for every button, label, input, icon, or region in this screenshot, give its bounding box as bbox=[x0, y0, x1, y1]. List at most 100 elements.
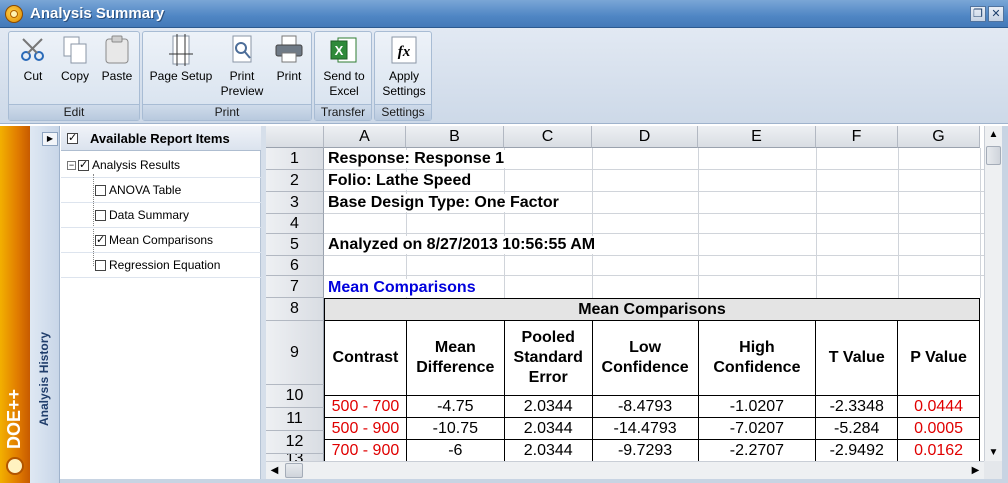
window-bottom-edge bbox=[60, 479, 1008, 483]
p-value-cell: 0.0005 bbox=[897, 417, 980, 440]
row-header[interactable]: 8 bbox=[266, 298, 324, 321]
window-title: Analysis Summary bbox=[30, 5, 165, 22]
scroll-corner bbox=[984, 461, 1002, 479]
tree-item-mean-comparisons[interactable]: Mean Comparisons bbox=[61, 228, 261, 253]
design-type-line: Base Design Type: One Factor bbox=[328, 194, 563, 212]
svg-text:X: X bbox=[335, 43, 344, 58]
regression-equation-checkbox[interactable] bbox=[95, 259, 106, 271]
tree-item-label: Regression Equation bbox=[109, 258, 221, 272]
print-preview-icon bbox=[226, 34, 258, 66]
print-button[interactable]: Print bbox=[269, 34, 309, 84]
table-header: P Value bbox=[897, 320, 980, 396]
mean-comparisons-checkbox[interactable] bbox=[95, 233, 106, 246]
contrast-cell: 500 - 700 bbox=[324, 395, 407, 418]
mean-comparisons-table: Mean Comparisons Contrast Mean Differenc… bbox=[324, 298, 980, 461]
paste-label: Paste bbox=[101, 69, 133, 83]
root-checkbox[interactable] bbox=[78, 158, 89, 171]
tree-root-label: Analysis Results bbox=[92, 158, 181, 172]
close-button[interactable]: ✕ bbox=[988, 6, 1004, 22]
print-preview-button[interactable]: Print Preview bbox=[219, 34, 265, 99]
table-cell: -2.9492 bbox=[815, 439, 899, 461]
paste-button[interactable]: Paste bbox=[99, 34, 135, 84]
horizontal-scroll-thumb[interactable] bbox=[285, 463, 303, 478]
table-cell: -8.4793 bbox=[591, 395, 699, 418]
scroll-down-icon[interactable]: ▼ bbox=[985, 444, 1002, 461]
analysis-history-panel[interactable]: ▶ Analysis History bbox=[30, 126, 60, 483]
table-row: 700 - 900 -6 2.0344 -9.7293 -2.2707 -2.9… bbox=[324, 439, 980, 461]
row-header[interactable]: 5 bbox=[266, 234, 324, 256]
row-header[interactable]: 4 bbox=[266, 214, 324, 234]
table-cell: -6 bbox=[405, 439, 505, 461]
table-cell: 2.0344 bbox=[503, 395, 593, 418]
row-header[interactable]: 3 bbox=[266, 192, 324, 214]
tree-item-label: Data Summary bbox=[109, 208, 190, 222]
print-label: Print bbox=[276, 69, 302, 83]
horizontal-scrollbar[interactable]: ◀ ▶ bbox=[266, 461, 984, 479]
row-header[interactable]: 10 bbox=[266, 385, 324, 408]
report-items-tree: Available Report Items − Analysis Result… bbox=[61, 126, 261, 483]
tree-item-anova-table[interactable]: ANOVA Table bbox=[61, 178, 261, 203]
copy-icon bbox=[59, 34, 91, 66]
ribbon-group-settings-label: Settings bbox=[375, 104, 431, 120]
paste-icon bbox=[101, 34, 133, 66]
expand-arrow-icon[interactable]: ▶ bbox=[42, 132, 58, 146]
table-cell: -2.2707 bbox=[697, 439, 817, 461]
column-header[interactable]: B bbox=[406, 126, 504, 148]
row-header[interactable]: 13 bbox=[266, 454, 324, 461]
row-header[interactable]: 2 bbox=[266, 170, 324, 192]
table-cell: -9.7293 bbox=[591, 439, 699, 461]
row-header[interactable]: 9 bbox=[266, 321, 324, 385]
page-setup-button[interactable]: Page Setup bbox=[145, 34, 217, 84]
vertical-scroll-thumb[interactable] bbox=[986, 146, 1001, 165]
copy-button[interactable]: Copy bbox=[57, 34, 93, 84]
column-header[interactable]: D bbox=[592, 126, 698, 148]
cut-button[interactable]: Cut bbox=[15, 34, 51, 84]
tree-header[interactable]: Available Report Items bbox=[61, 126, 261, 151]
table-cell: -5.284 bbox=[815, 417, 899, 440]
row-header[interactable]: 12 bbox=[266, 431, 324, 454]
table-header: Low Confidence bbox=[591, 320, 699, 396]
tree-header-label: Available Report Items bbox=[90, 130, 230, 146]
table-row: 500 - 900 -10.75 2.0344 -14.4793 -7.0207… bbox=[324, 417, 980, 440]
brand-label: DOE++ bbox=[4, 388, 24, 449]
select-all-checkbox[interactable] bbox=[67, 131, 78, 144]
scroll-right-icon[interactable]: ▶ bbox=[967, 462, 984, 479]
column-header[interactable]: A bbox=[324, 126, 406, 148]
select-all-cell[interactable] bbox=[266, 126, 324, 148]
row-header[interactable]: 7 bbox=[266, 276, 324, 298]
table-header: T Value bbox=[815, 320, 899, 396]
restore-button[interactable]: ❐ bbox=[970, 6, 986, 22]
excel-icon: X bbox=[328, 34, 360, 66]
contrast-cell: 700 - 900 bbox=[324, 439, 407, 461]
ribbon-group-print-label: Print bbox=[143, 104, 311, 120]
apply-settings-label: Apply Settings bbox=[382, 69, 426, 98]
table-cell: -1.0207 bbox=[697, 395, 817, 418]
tree-root[interactable]: − Analysis Results bbox=[61, 153, 261, 178]
collapse-icon[interactable]: − bbox=[67, 160, 76, 170]
row-header[interactable]: 6 bbox=[266, 256, 324, 276]
column-header[interactable]: C bbox=[504, 126, 592, 148]
anova-table-checkbox[interactable] bbox=[95, 184, 106, 196]
mean-comparisons-link[interactable]: Mean Comparisons bbox=[328, 279, 480, 297]
data-summary-checkbox[interactable] bbox=[95, 209, 106, 221]
column-header[interactable]: F bbox=[816, 126, 898, 148]
tree-item-regression-equation[interactable]: Regression Equation bbox=[61, 253, 261, 278]
column-header[interactable]: E bbox=[698, 126, 816, 148]
row-header[interactable]: 11 bbox=[266, 408, 324, 431]
page-setup-icon bbox=[165, 34, 197, 66]
scroll-up-icon[interactable]: ▲ bbox=[985, 126, 1002, 143]
report-grid[interactable]: A B C D E F G 1 2 3 4 5 6 7 8 9 10 11 12… bbox=[266, 126, 984, 461]
apply-settings-button[interactable]: fx Apply Settings bbox=[377, 34, 431, 99]
scroll-left-icon[interactable]: ◀ bbox=[266, 462, 283, 479]
tree-item-data-summary[interactable]: Data Summary bbox=[61, 203, 261, 228]
table-row: 500 - 700 -4.75 2.0344 -8.4793 -1.0207 -… bbox=[324, 395, 980, 418]
send-to-excel-button[interactable]: X Send to Excel bbox=[317, 34, 371, 99]
row-header[interactable]: 1 bbox=[266, 148, 324, 170]
ribbon: Cut Copy Paste Edit Page Setup Print Pre… bbox=[0, 28, 1008, 124]
column-header[interactable]: G bbox=[898, 126, 980, 148]
tree-item-label: Mean Comparisons bbox=[109, 233, 214, 247]
send-to-excel-label: Send to Excel bbox=[323, 69, 365, 98]
table-header: High Confidence bbox=[697, 320, 817, 396]
ribbon-group-print: Page Setup Print Preview Print Print bbox=[142, 31, 312, 121]
vertical-scrollbar[interactable]: ▲ ▼ bbox=[984, 126, 1002, 461]
